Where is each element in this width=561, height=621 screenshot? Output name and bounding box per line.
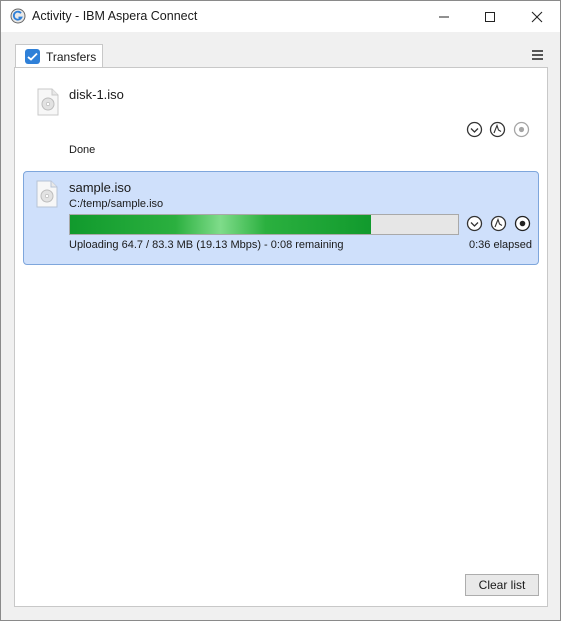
reveal-icon[interactable] [466,215,483,232]
transfer-name: disk-1.iso [69,87,124,102]
transfer-status: Uploading 64.7 / 83.3 MB (19.13 Mbps) - … [69,239,344,251]
progress-fill [70,215,372,234]
transfer-path: C:/temp/sample.iso [69,198,164,210]
title-bar: Activity - IBM Aspera Connect [1,1,560,32]
transfer-name: sample.iso [69,180,132,195]
transfer-status: Done [69,144,96,156]
maximize-button[interactable] [467,1,513,32]
window-title: Activity - IBM Aspera Connect [32,9,198,23]
hamburger-menu-icon[interactable] [532,50,543,61]
reveal-icon[interactable] [466,121,483,138]
close-button[interactable] [514,1,560,32]
transfers-icon [25,49,40,64]
details-icon[interactable] [489,121,506,138]
transfer-item-active[interactable]: sample.iso C:/temp/sample.iso Uploading … [23,171,539,265]
details-icon[interactable] [490,215,507,232]
tab-transfers[interactable]: Transfers [15,44,103,68]
stop-icon[interactable] [514,215,531,232]
activity-window: Activity - IBM Aspera Connect Transfers [0,0,561,621]
progress-bar [69,214,459,235]
tab-label: Transfers [46,50,97,64]
close-icon [531,11,543,22]
transfer-elapsed: 0:36 elapsed [469,239,532,251]
clear-list-button[interactable]: Clear list [465,574,539,596]
maximize-icon [485,11,495,22]
aspera-app-icon [10,8,26,24]
transfers-panel: disk-1.iso Done sample.iso C:/temp/sampl… [14,67,548,607]
iso-file-icon [37,88,59,116]
minimize-button[interactable] [421,1,467,32]
stop-icon [513,121,530,138]
iso-file-icon [36,180,58,208]
minimize-icon [439,16,449,17]
